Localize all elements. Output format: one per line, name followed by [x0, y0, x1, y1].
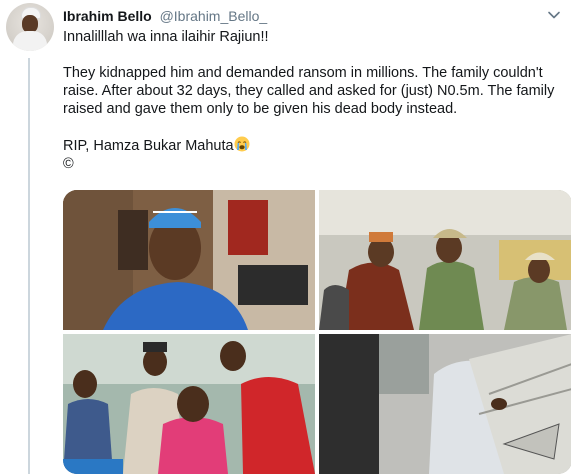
tweet: Ibrahim Bello @Ibrahim_Bello_ Innalillla… — [0, 0, 571, 474]
chevron-down-icon[interactable] — [547, 8, 561, 22]
rip-text: RIP, Hamza Bukar Mahuta — [63, 138, 234, 154]
copyright-symbol: © — [63, 156, 74, 172]
tweet-paragraph-line-2: raise. After about 32 days, they called … — [63, 83, 555, 99]
tweet-rip-line: RIP, Hamza Bukar Mahuta — [63, 136, 563, 155]
tweet-text: Innalilllah wa inna ilaihir Rajiun!! The… — [63, 28, 563, 173]
author-handle[interactable]: @Ibrahim_Bello_ — [160, 8, 268, 24]
crying-face-emoji-icon — [234, 136, 250, 152]
photo-4-drawing-table[interactable] — [319, 334, 571, 474]
tweet-paragraph-line-3: raised and gave them only to be given hi… — [63, 101, 458, 117]
media-grid — [63, 190, 571, 474]
avatar-robe — [13, 31, 47, 51]
tweet-header: Ibrahim Bello @Ibrahim_Bello_ — [63, 8, 267, 24]
photo-1-portrait[interactable] — [63, 190, 315, 330]
avatar[interactable] — [6, 3, 54, 51]
thread-line — [28, 58, 30, 474]
photo-3-students[interactable] — [63, 334, 315, 474]
tweet-line-1: Innalilllah wa inna ilaihir Rajiun!! — [63, 29, 269, 45]
photo-2-group[interactable] — [319, 190, 571, 330]
author-name[interactable]: Ibrahim Bello — [63, 8, 152, 24]
tweet-paragraph-line-1: They kidnapped him and demanded ransom i… — [63, 65, 543, 81]
